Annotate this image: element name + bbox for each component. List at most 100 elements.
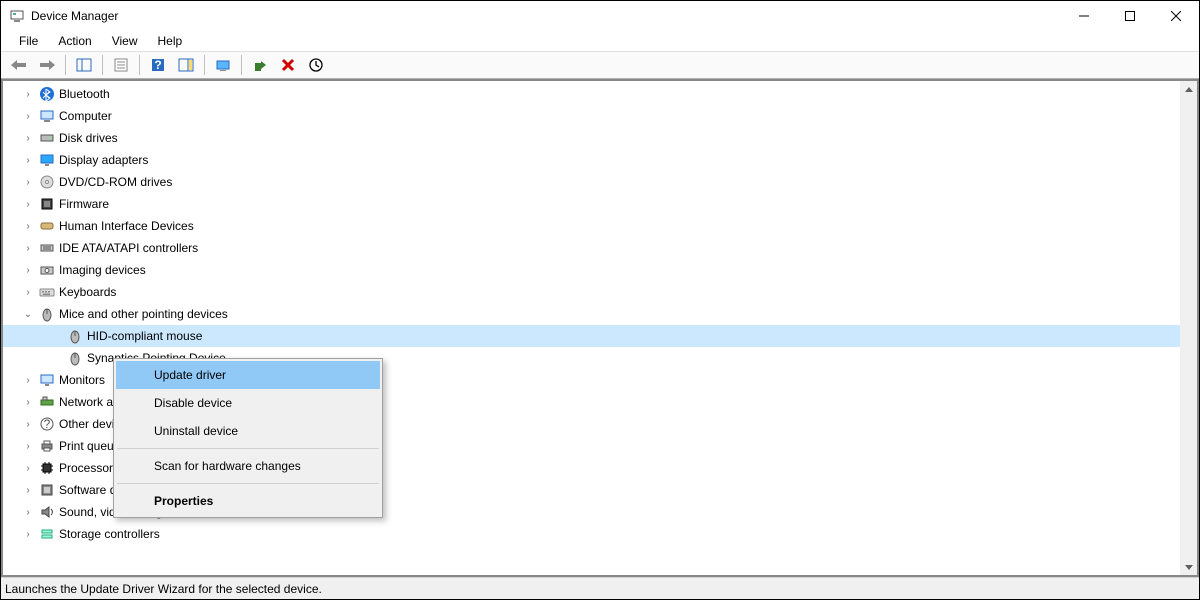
menu-action[interactable]: Action [48,32,101,50]
tree-node[interactable]: ›IDE ATA/ATAPI controllers [3,237,1180,259]
chevron-down-icon[interactable]: ⌄ [21,307,35,321]
tree-node[interactable]: ›Human Interface Devices [3,215,1180,237]
menu-file[interactable]: File [9,32,48,50]
toolbar-uninstall-button[interactable] [276,53,300,77]
mouse-icon [39,306,55,322]
chevron-right-icon[interactable]: › [21,373,35,387]
context-scan[interactable]: Scan for hardware changes [116,452,380,480]
chevron-right-icon[interactable]: › [21,109,35,123]
tree-node-label: DVD/CD-ROM drives [59,175,172,189]
hid-icon [39,218,55,234]
svg-text:?: ? [154,58,161,72]
chevron-right-icon[interactable]: › [21,175,35,189]
scroll-down-button[interactable] [1180,558,1197,575]
tree-node-label: Imaging devices [59,263,146,277]
statusbar-text: Launches the Update Driver Wizard for th… [5,582,322,596]
bluetooth-icon [39,86,55,102]
network-icon [39,394,55,410]
disk-icon [39,130,55,146]
minimize-button[interactable] [1061,1,1107,31]
chevron-right-icon[interactable]: › [21,285,35,299]
chevron-right-icon[interactable]: › [21,87,35,101]
storage-icon [39,526,55,542]
chevron-right-icon[interactable]: › [21,461,35,475]
toolbar-properties-button[interactable] [109,53,133,77]
toolbar-help-button[interactable]: ? [146,53,170,77]
toolbar-forward-button[interactable] [35,53,59,77]
chevron-right-icon[interactable]: › [21,483,35,497]
context-disable-device[interactable]: Disable device [116,389,380,417]
tree-node[interactable]: › Keyboards [3,281,1180,303]
chevron-right-icon[interactable]: › [21,153,35,167]
tree-node[interactable]: › Firmware [3,193,1180,215]
chevron-right-icon[interactable]: › [21,439,35,453]
chevron-right-icon[interactable]: › [21,417,35,431]
toolbar-separator [204,55,205,75]
tree-node[interactable]: › Disk drives [3,127,1180,149]
context-properties[interactable]: Properties [116,487,380,515]
chevron-right-icon[interactable]: › [21,527,35,541]
toolbar-separator [139,55,140,75]
tree-node[interactable]: › DVD/CD-ROM drives [3,171,1180,193]
monitor-icon [39,372,55,388]
toolbar-show-tree-button[interactable] [72,53,96,77]
toolbar: ? [1,51,1199,79]
context-separator [117,448,379,449]
toolbar-update-driver-button[interactable] [211,53,235,77]
context-menu: Update driver Disable device Uninstall d… [113,358,383,518]
window-title: Device Manager [31,9,1061,23]
mouse-icon [67,350,83,366]
tree-node-label: Storage controllers [59,527,160,541]
tree-node-label: HID-compliant mouse [87,329,202,343]
tree-node-label: Processors [59,461,119,475]
imaging-icon [39,262,55,278]
chevron-right-icon[interactable]: › [21,505,35,519]
other-icon: ? [39,416,55,432]
tree-node-label: Firmware [59,197,109,211]
chevron-right-icon[interactable]: › [21,197,35,211]
toolbar-scan-button[interactable] [304,53,328,77]
scroll-up-button[interactable] [1180,81,1197,98]
toolbar-separator [65,55,66,75]
menubar: File Action View Help [1,31,1199,51]
statusbar: Launches the Update Driver Wizard for th… [1,577,1199,599]
tree-node-child[interactable]: HID-compliant mouse [3,325,1180,347]
chevron-right-icon[interactable]: › [21,395,35,409]
tree-node-label: Bluetooth [59,87,110,101]
firmware-icon [39,196,55,212]
toolbar-back-button[interactable] [7,53,31,77]
svg-text:?: ? [44,417,51,431]
tree-node[interactable]: ⌄ Mice and other pointing devices [3,303,1180,325]
toolbar-separator [241,55,242,75]
dvd-icon [39,174,55,190]
chevron-right-icon[interactable]: › [21,219,35,233]
menu-help[interactable]: Help [148,32,193,50]
tree-node[interactable]: ›Computer [3,105,1180,127]
tree-node[interactable]: › Imaging devices [3,259,1180,281]
maximize-button[interactable] [1107,1,1153,31]
tree-node-label: Keyboards [59,285,116,299]
chevron-right-icon[interactable]: › [21,131,35,145]
chevron-right-icon[interactable]: › [21,263,35,277]
toolbar-actions-pane-button[interactable] [174,53,198,77]
software-icon [39,482,55,498]
tree-node[interactable]: ›Display adapters [3,149,1180,171]
menu-view[interactable]: View [102,32,148,50]
tree-node[interactable]: › Bluetooth [3,83,1180,105]
tree-node-label: Disk drives [59,131,118,145]
computer-icon [39,108,55,124]
toolbar-enable-button[interactable] [248,53,272,77]
context-update-driver[interactable]: Update driver [116,361,380,389]
tree-node[interactable]: › Storage controllers [3,523,1180,545]
tree-node-label: Mice and other pointing devices [59,307,228,321]
close-button[interactable] [1153,1,1199,31]
tree-node-label: Monitors [59,373,105,387]
scroll-track[interactable] [1180,98,1197,558]
printer-icon [39,438,55,454]
device-manager-icon [9,8,25,24]
context-uninstall-device[interactable]: Uninstall device [116,417,380,445]
chevron-right-icon[interactable]: › [21,241,35,255]
toolbar-separator [102,55,103,75]
ide-icon [39,240,55,256]
vertical-scrollbar[interactable] [1180,81,1197,575]
